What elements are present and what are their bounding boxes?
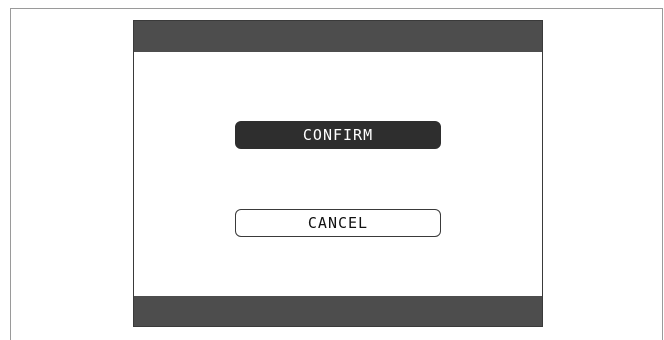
- top-bar: [134, 21, 542, 52]
- cancel-button[interactable]: CANCEL: [235, 209, 441, 237]
- dialog-screen: CONFIRM CANCEL: [133, 20, 543, 327]
- bottom-bar: [134, 296, 542, 326]
- confirm-button[interactable]: CONFIRM: [235, 121, 441, 149]
